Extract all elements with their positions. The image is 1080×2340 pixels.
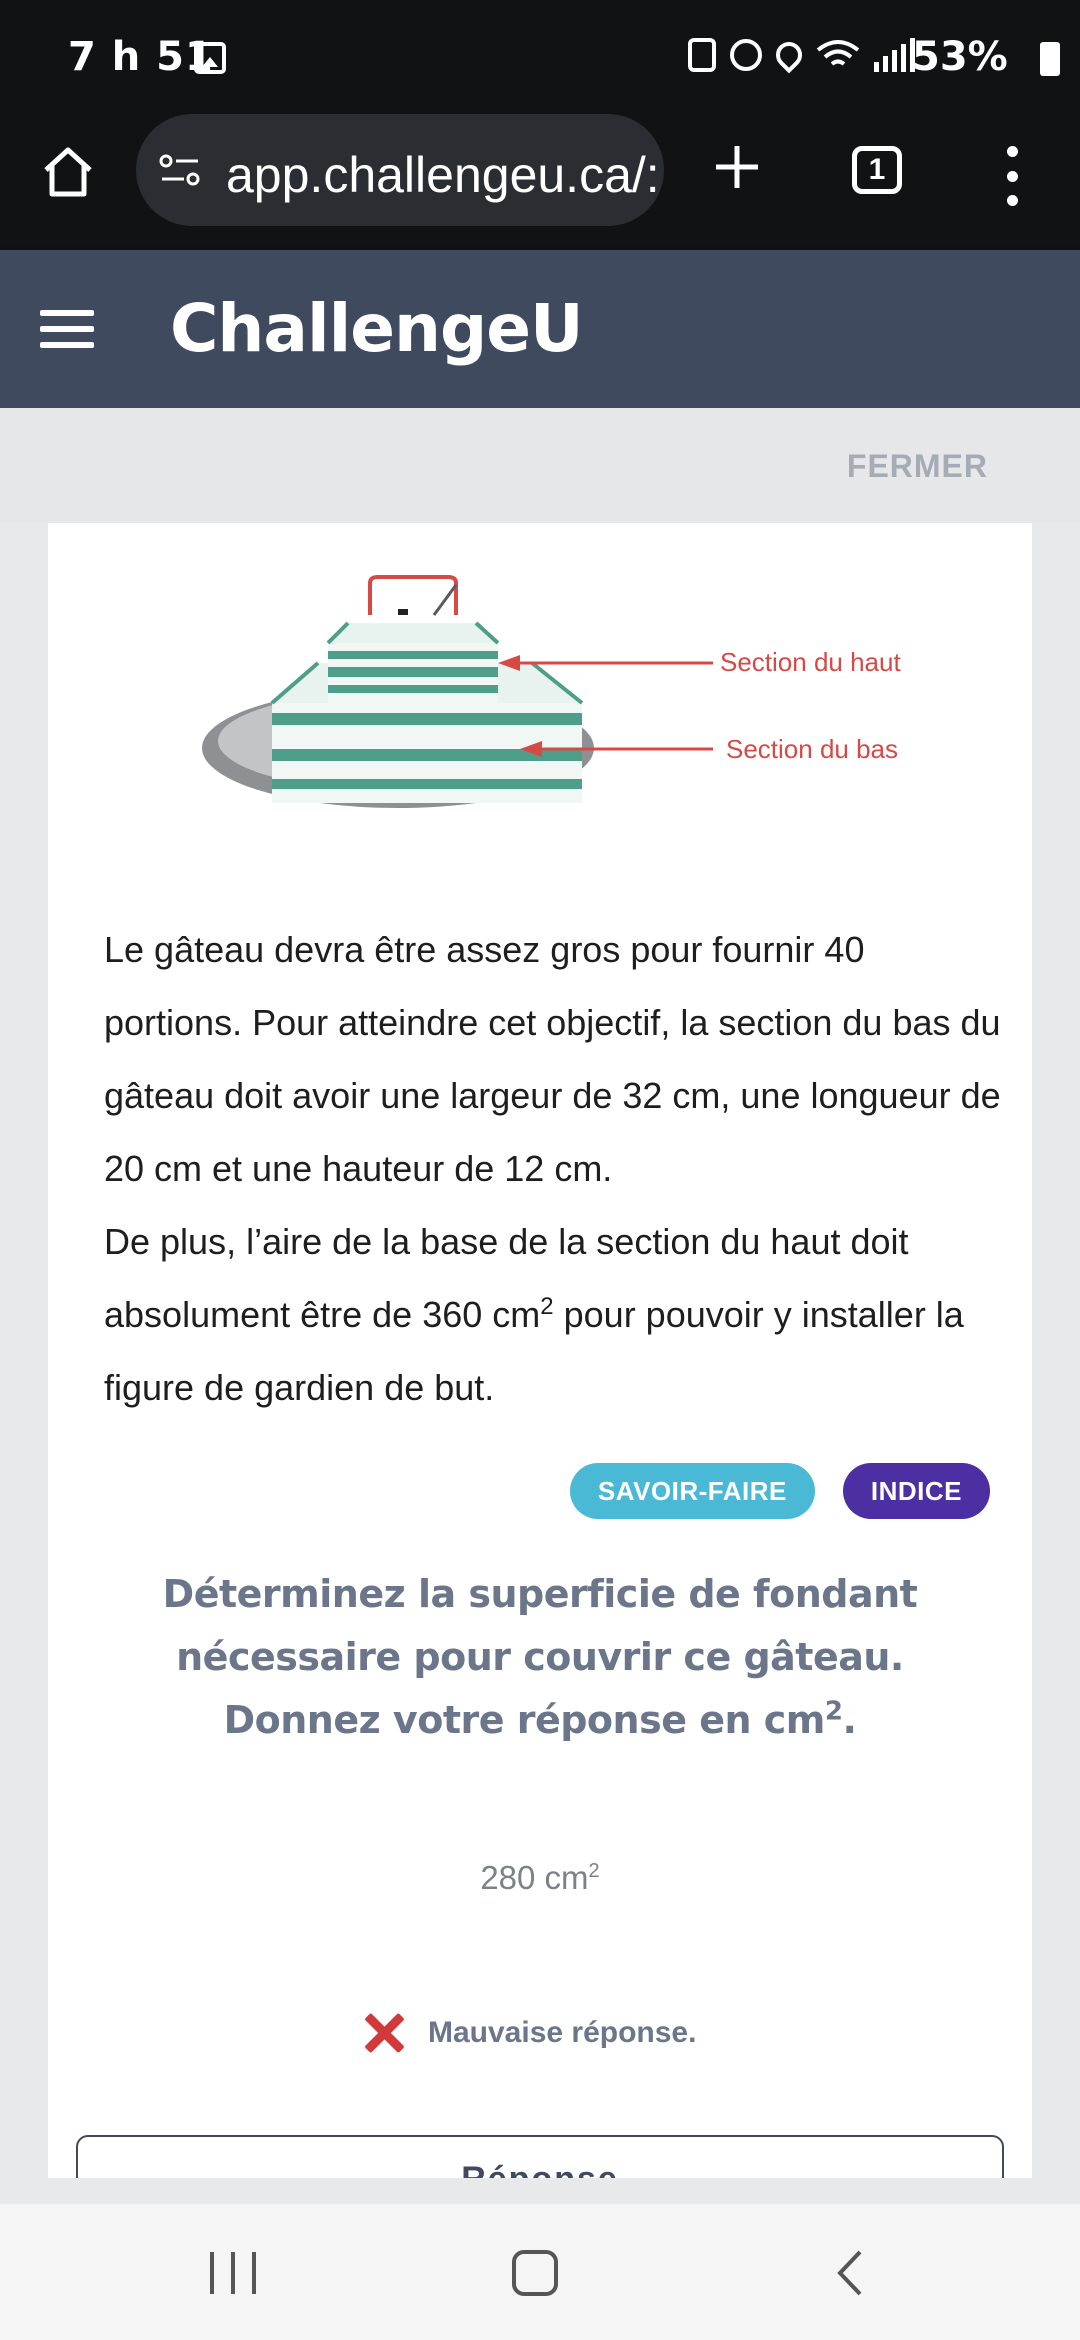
label-top-section: Section du haut [720,647,901,677]
url-bar[interactable]: app.challengeu.ca/: [136,114,664,226]
problem-paragraph-1: Le gâteau devra être assez gros pour fou… [104,929,1001,1189]
problem-paragraph-2: De plus, l’aire de la base de la section… [104,1221,964,1408]
hamburger-menu-icon[interactable] [40,310,94,348]
gallery-notification-icon [194,42,226,74]
home-nav-icon[interactable] [512,2250,558,2296]
close-bar: FERMER [0,408,1080,523]
site-settings-icon[interactable] [158,152,202,188]
status-icons [688,36,915,74]
status-bar: 7 h 51 53% [0,0,1080,112]
home-icon[interactable] [38,142,98,202]
battery-saver-icon [688,38,716,72]
location-icon [770,36,808,74]
tab-switcher-button[interactable]: 1 [852,146,902,194]
problem-statement: Le gâteau devra être assez gros pour fou… [104,913,1004,1424]
submitted-answer: 280 cm2 [480,1859,600,1896]
alarm-icon [730,39,762,71]
app-header: ChallengeU [0,250,1080,408]
signal-icon [874,38,915,72]
url-text: app.challengeu.ca/: [226,147,660,203]
wifi-icon [816,40,860,66]
answer-button[interactable]: Réponse [76,2135,1004,2178]
exercise-card: Section du haut Section du bas Le gâteau… [48,523,1032,2178]
close-button[interactable]: FERMER [847,448,988,485]
browser-menu-icon[interactable] [1000,146,1024,206]
battery-icon [1040,42,1060,76]
cake-diagram: Section du haut Section du bas [202,575,901,808]
question-text: Déterminez la superficie de fondant néce… [162,1572,918,1742]
browser-toolbar: app.challengeu.ca/: 1 [0,112,1080,250]
recents-icon[interactable] [210,2252,256,2294]
battery-percent: 53% [912,34,1008,80]
new-tab-icon[interactable] [712,142,762,192]
app-title: ChallengeU [170,290,584,367]
feedback-text: Mauvaise réponse. [428,2016,697,2049]
system-nav-bar [0,2204,1080,2340]
label-bottom-section: Section du bas [726,734,898,764]
answer-feedback: Mauvaise réponse. [364,2013,696,2053]
status-time: 7 h 51 [68,34,214,80]
tags: SAVOIR-FAIRE INDICE [569,1463,990,1519]
back-icon[interactable] [826,2248,876,2298]
wrong-answer-icon [364,2013,404,2053]
hint-button[interactable]: INDICE [842,1463,990,1519]
skill-tag-button[interactable]: SAVOIR-FAIRE [569,1463,815,1519]
